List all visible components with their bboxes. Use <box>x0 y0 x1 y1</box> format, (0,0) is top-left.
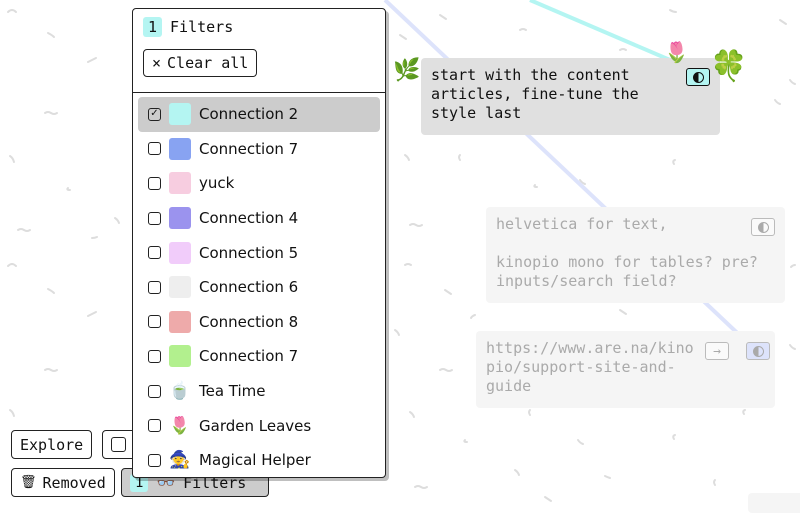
frame-icon: 🧙 <box>169 450 191 471</box>
filters-dialog: 1 Filters × Clear all ✓ Connection 2 Conne… <box>132 8 386 478</box>
filter-item[interactable]: 🍵 Tea Time <box>138 374 380 409</box>
card-link-note[interactable]: https://www.are.na/kino pio/support-site… <box>476 331 775 408</box>
filter-item[interactable]: Connection 6 <box>138 270 380 305</box>
removed-button[interactable]: 🗑 Removed <box>11 468 115 497</box>
color-swatch <box>169 345 191 368</box>
flower-sticker-icon: 🌷 <box>664 40 689 64</box>
open-link-button[interactable]: → <box>705 342 729 360</box>
trash-icon: 🗑 <box>20 475 37 490</box>
filter-item[interactable]: Connection 7 <box>138 339 380 374</box>
card-content-note[interactable]: start with the content articles, fine-tu… <box>421 58 720 135</box>
connection-line-cyan <box>529 0 671 62</box>
card-text: start with the content articles, fine-tu… <box>431 66 639 122</box>
color-swatch <box>169 207 191 230</box>
frame-icon: 🍵 <box>169 381 191 402</box>
color-swatch <box>169 103 191 126</box>
clear-all-label: Clear all <box>167 54 249 72</box>
leaf-sticker-icon: 🌿 <box>393 58 421 83</box>
checkbox[interactable] <box>148 211 161 225</box>
filter-item-label: Tea Time <box>199 382 266 401</box>
filter-item[interactable]: Connection 5 <box>138 235 380 270</box>
filter-item-label: Connection 6 <box>199 278 299 297</box>
filters-title-row: 1 Filters <box>143 17 375 37</box>
filter-item[interactable]: yuck <box>138 166 380 201</box>
filter-item[interactable]: 🌷 Garden Leaves <box>138 408 380 443</box>
connector-button[interactable] <box>746 342 770 360</box>
connector-icon <box>692 71 704 83</box>
arrow-right-icon: → <box>713 343 721 359</box>
filter-item-label: Connection 5 <box>199 243 299 262</box>
filter-item[interactable]: Connection 7 <box>138 132 380 167</box>
connector-button[interactable] <box>686 68 710 86</box>
checkbox[interactable] <box>148 280 161 294</box>
color-swatch <box>169 310 191 333</box>
filter-item-label: Garden Leaves <box>199 416 312 435</box>
filters-dialog-header: 1 Filters × Clear all <box>133 9 385 93</box>
filters-title: Filters <box>170 18 234 36</box>
close-icon: × <box>152 54 162 72</box>
checkbox[interactable] <box>148 246 161 260</box>
color-swatch <box>169 137 191 160</box>
checkbox[interactable] <box>148 419 161 433</box>
checkbox[interactable] <box>148 453 161 467</box>
explore-label: Explore <box>20 435 84 454</box>
offscreen-card[interactable] <box>748 493 800 513</box>
filter-item-label: Connection 4 <box>199 209 299 228</box>
filter-item-label: Connection 7 <box>199 347 299 366</box>
filter-item-label: yuck <box>199 174 235 193</box>
explore-button[interactable]: Explore <box>11 430 93 459</box>
connector-icon <box>757 221 769 233</box>
filter-count-badge: 1 <box>143 17 163 37</box>
filter-item[interactable]: Connection 8 <box>138 305 380 340</box>
checkbox[interactable] <box>148 349 161 363</box>
clear-all-button[interactable]: × Clear all <box>143 49 258 77</box>
filter-item[interactable]: Connection 4 <box>138 201 380 236</box>
checkbox[interactable] <box>148 384 161 398</box>
filter-item-label: Connection 8 <box>199 312 299 331</box>
filter-list: ✓ Connection 2 Connection 7 yuck Connection … <box>133 93 385 482</box>
square-icon <box>111 437 126 452</box>
clover-sticker-icon: 🍀 <box>710 49 748 84</box>
checkbox[interactable] <box>148 176 161 190</box>
frame-icon: 🌷 <box>169 415 191 436</box>
color-swatch <box>169 276 191 299</box>
removed-label: Removed <box>42 473 106 492</box>
filter-item-label: Connection 7 <box>199 139 299 158</box>
connector-button[interactable] <box>751 218 775 236</box>
filter-item[interactable]: ✓ Connection 2 <box>138 97 380 132</box>
checkbox-checked[interactable]: ✓ <box>148 107 161 121</box>
filter-item[interactable]: 🧙 Magical Helper <box>138 443 380 478</box>
color-swatch <box>169 172 191 195</box>
filter-item-label: Magical Helper <box>199 451 311 470</box>
checkbox[interactable] <box>148 142 161 156</box>
card-text: helvetica for text, kinopio mono for tab… <box>496 215 758 290</box>
checkbox[interactable] <box>148 315 161 329</box>
card-font-note[interactable]: helvetica for text, kinopio mono for tab… <box>486 207 785 303</box>
connector-icon <box>752 345 764 357</box>
color-swatch <box>169 241 191 264</box>
filter-item-label: Connection 2 <box>199 105 299 124</box>
